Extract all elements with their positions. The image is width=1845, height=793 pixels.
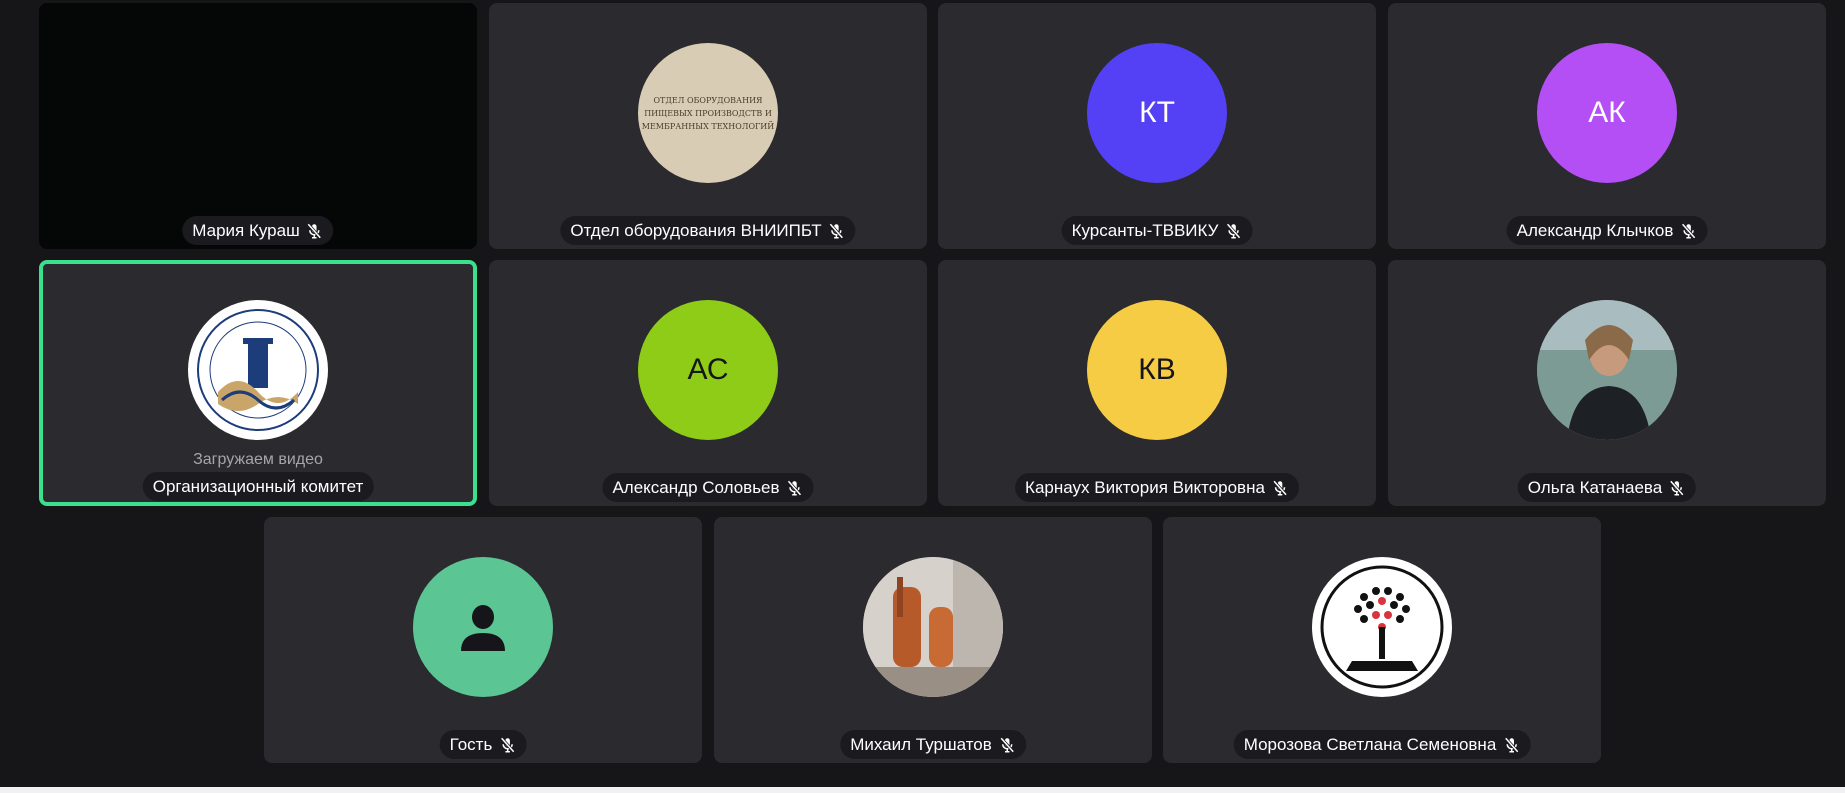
avatar-initials: КВ <box>1138 353 1176 386</box>
mic-off-icon <box>787 479 802 496</box>
mic-off-icon <box>829 222 844 239</box>
participant-tile[interactable]: КВ Карнаух Виктория Викторовна <box>938 260 1376 506</box>
participant-tile[interactable]: Морозова Светлана Семеновна <box>1163 517 1601 763</box>
avatar-initials: КТ <box>1139 96 1175 129</box>
participant-photo <box>863 557 1003 697</box>
participant-tile[interactable]: Ольга Катанаева <box>1388 260 1826 506</box>
organization-logo-icon <box>188 300 328 440</box>
participant-name: Гость <box>449 735 493 754</box>
participant-avatar: ОТДЕЛ ОБОРУДОВАНИЯ ПИЩЕВЫХ ПРОИЗВОДСТВ И… <box>638 43 778 183</box>
participant-photo <box>1537 300 1677 440</box>
participant-tile[interactable]: Гость <box>264 517 702 763</box>
participant-name-badge: Мария Кураш <box>182 216 334 245</box>
avatar-initials: АС <box>687 353 729 386</box>
avatar-initials: АК <box>1588 96 1626 129</box>
participant-avatar: АК <box>1537 43 1677 183</box>
participant-avatar: АС <box>638 300 778 440</box>
participant-tile-active[interactable]: Загружаем видео Организационный комитет <box>39 260 477 506</box>
participant-name-badge: Гость <box>439 730 527 759</box>
institute-logo-icon <box>1312 557 1452 697</box>
participant-avatar: КТ <box>1087 43 1227 183</box>
participant-tile[interactable]: КТ Курсанты-ТВВИКУ <box>938 3 1376 249</box>
participant-name: Михаил Туршатов <box>850 735 992 754</box>
mic-off-icon <box>999 736 1014 753</box>
participant-tile[interactable]: ОТДЕЛ ОБОРУДОВАНИЯ ПИЩЕВЫХ ПРОИЗВОДСТВ И… <box>489 3 927 249</box>
mic-off-icon <box>1272 479 1288 496</box>
participant-name: Морозова Светлана Семеновна <box>1243 735 1497 754</box>
participant-name-badge: Курсанты-ТВВИКУ <box>1061 216 1253 245</box>
mic-off-icon <box>1226 222 1241 239</box>
participant-name-badge: Карнаух Виктория Викторовна <box>1015 473 1299 502</box>
participant-avatar: КВ <box>1087 300 1227 440</box>
mic-off-icon <box>500 736 515 753</box>
participant-name-badge: Отдел оборудования ВНИИПБТ <box>560 216 856 245</box>
participant-tile[interactable]: Мария Кураш <box>39 3 477 249</box>
participant-name-badge: Александр Соловьев <box>602 473 814 502</box>
participant-name: Курсанты-ТВВИКУ <box>1071 221 1219 240</box>
participant-name-badge: Александр Клычков <box>1506 216 1708 245</box>
mic-off-icon <box>1504 736 1519 753</box>
mic-off-icon <box>1670 479 1685 496</box>
participant-name-badge: Ольга Катанаева <box>1517 473 1697 502</box>
participant-tile[interactable]: Михаил Туршатов <box>714 517 1152 763</box>
participant-name: Организационный комитет <box>152 477 364 496</box>
participant-name-badge: Организационный комитет <box>142 472 374 501</box>
mic-off-icon <box>307 222 322 239</box>
participant-name-badge: Морозова Светлана Семеновна <box>1233 730 1531 759</box>
participant-tile[interactable]: АК Александр Клычков <box>1388 3 1826 249</box>
participant-name: Мария Кураш <box>192 221 300 240</box>
participant-name: Александр Клычков <box>1516 221 1674 240</box>
participant-name: Отдел оборудования ВНИИПБТ <box>570 221 822 240</box>
loading-video-status: Загружаем видео <box>193 451 323 468</box>
guest-user-icon <box>413 557 553 697</box>
participant-name: Карнаух Виктория Викторовна <box>1025 478 1265 497</box>
participant-name-badge: Михаил Туршатов <box>840 730 1026 759</box>
participant-name: Ольга Катанаева <box>1527 478 1663 497</box>
participant-name: Александр Соловьев <box>612 478 780 497</box>
participant-tile[interactable]: АС Александр Соловьев <box>489 260 927 506</box>
bottom-edge-strip <box>0 787 1845 793</box>
mic-off-icon <box>1681 222 1696 239</box>
